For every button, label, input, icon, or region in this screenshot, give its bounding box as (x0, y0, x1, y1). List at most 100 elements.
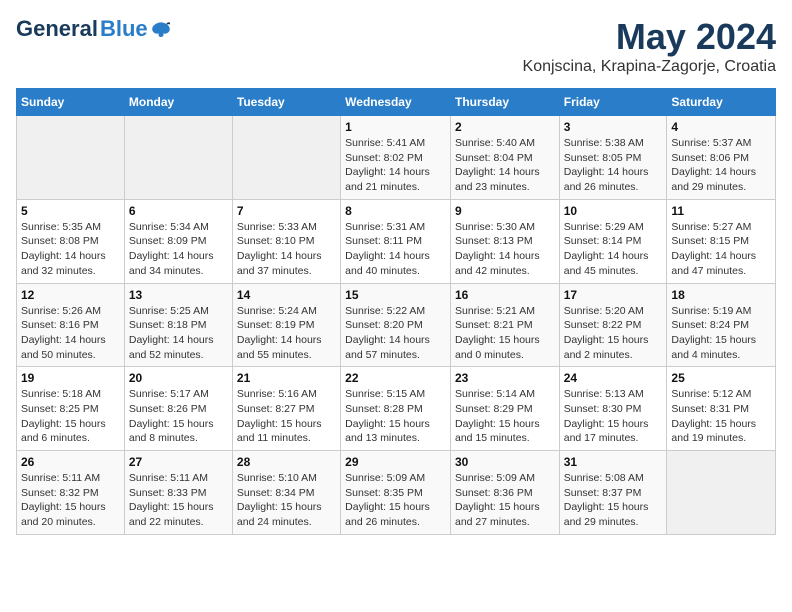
day-info: Sunrise: 5:09 AMSunset: 8:35 PMDaylight:… (345, 471, 446, 530)
day-number: 9 (455, 204, 555, 218)
day-info: Sunrise: 5:21 AMSunset: 8:21 PMDaylight:… (455, 304, 555, 363)
day-info: Sunrise: 5:35 AMSunset: 8:08 PMDaylight:… (21, 220, 120, 279)
calendar-cell (667, 451, 776, 535)
calendar-cell (232, 116, 340, 200)
calendar-week-5: 26Sunrise: 5:11 AMSunset: 8:32 PMDayligh… (17, 451, 776, 535)
day-number: 20 (129, 371, 228, 385)
calendar-table: SundayMondayTuesdayWednesdayThursdayFrid… (16, 88, 776, 535)
day-number: 24 (564, 371, 663, 385)
day-info: Sunrise: 5:37 AMSunset: 8:06 PMDaylight:… (671, 136, 771, 195)
day-info: Sunrise: 5:33 AMSunset: 8:10 PMDaylight:… (237, 220, 336, 279)
calendar-cell: 17 Sunrise: 5:20 AMSunset: 8:22 PMDayligh… (559, 283, 667, 367)
calendar-cell: 16 Sunrise: 5:21 AMSunset: 8:21 PMDayligh… (450, 283, 559, 367)
day-number: 17 (564, 288, 663, 302)
day-info: Sunrise: 5:40 AMSunset: 8:04 PMDaylight:… (455, 136, 555, 195)
day-info: Sunrise: 5:31 AMSunset: 8:11 PMDaylight:… (345, 220, 446, 279)
calendar-cell: 31 Sunrise: 5:08 AMSunset: 8:37 PMDayligh… (559, 451, 667, 535)
dow-header-sunday: Sunday (17, 89, 125, 116)
day-number: 28 (237, 455, 336, 469)
calendar-cell: 24Sunrise: 5:13 AMSunset: 8:30 PMDayligh… (559, 367, 667, 451)
calendar-cell: 15 Sunrise: 5:22 AMSunset: 8:20 PMDayligh… (341, 283, 451, 367)
day-info: Sunrise: 5:14 AMSunset: 8:29 PMDaylight:… (455, 387, 555, 446)
day-info: Sunrise: 5:29 AMSunset: 8:14 PMDaylight:… (564, 220, 663, 279)
day-number: 27 (129, 455, 228, 469)
calendar-cell: 4 Sunrise: 5:37 AMSunset: 8:06 PMDaylight… (667, 116, 776, 200)
calendar-cell: 10 Sunrise: 5:29 AMSunset: 8:14 PMDayligh… (559, 199, 667, 283)
day-info: Sunrise: 5:27 AMSunset: 8:15 PMDaylight:… (671, 220, 771, 279)
day-number: 23 (455, 371, 555, 385)
day-number: 5 (21, 204, 120, 218)
day-number: 2 (455, 120, 555, 134)
day-number: 30 (455, 455, 555, 469)
calendar-cell: 11 Sunrise: 5:27 AMSunset: 8:15 PMDayligh… (667, 199, 776, 283)
dow-header-monday: Monday (124, 89, 232, 116)
calendar-cell: 20 Sunrise: 5:17 AMSunset: 8:26 PMDayligh… (124, 367, 232, 451)
page-header: General Blue May 2024 Konjscina, Krapina… (16, 16, 776, 76)
calendar-cell: 23 Sunrise: 5:14 AMSunset: 8:29 PMDayligh… (450, 367, 559, 451)
calendar-cell: 14Sunrise: 5:24 AMSunset: 8:19 PMDayligh… (232, 283, 340, 367)
calendar-cell (17, 116, 125, 200)
day-info: Sunrise: 5:17 AMSunset: 8:26 PMDaylight:… (129, 387, 228, 446)
calendar-cell: 12 Sunrise: 5:26 AMSunset: 8:16 PMDayligh… (17, 283, 125, 367)
day-info: Sunrise: 5:34 AMSunset: 8:09 PMDaylight:… (129, 220, 228, 279)
day-info: Sunrise: 5:15 AMSunset: 8:28 PMDaylight:… (345, 387, 446, 446)
day-number: 4 (671, 120, 771, 134)
day-info: Sunrise: 5:25 AMSunset: 8:18 PMDaylight:… (129, 304, 228, 363)
dow-header-wednesday: Wednesday (341, 89, 451, 116)
day-info: Sunrise: 5:26 AMSunset: 8:16 PMDaylight:… (21, 304, 120, 363)
location-subtitle: Konjscina, Krapina-Zagorje, Croatia (523, 58, 776, 76)
calendar-cell: 1Sunrise: 5:41 AMSunset: 8:02 PMDaylight… (341, 116, 451, 200)
calendar-week-1: 1Sunrise: 5:41 AMSunset: 8:02 PMDaylight… (17, 116, 776, 200)
day-number: 16 (455, 288, 555, 302)
day-info: Sunrise: 5:22 AMSunset: 8:20 PMDaylight:… (345, 304, 446, 363)
day-info: Sunrise: 5:20 AMSunset: 8:22 PMDaylight:… (564, 304, 663, 363)
calendar-cell: 28 Sunrise: 5:10 AMSunset: 8:34 PMDayligh… (232, 451, 340, 535)
day-number: 10 (564, 204, 663, 218)
day-number: 22 (345, 371, 446, 385)
calendar-cell: 27 Sunrise: 5:11 AMSunset: 8:33 PMDayligh… (124, 451, 232, 535)
day-number: 25 (671, 371, 771, 385)
day-info: Sunrise: 5:08 AMSunset: 8:37 PMDaylight:… (564, 471, 663, 530)
day-number: 3 (564, 120, 663, 134)
day-info: Sunrise: 5:19 AMSunset: 8:24 PMDaylight:… (671, 304, 771, 363)
dow-header-friday: Friday (559, 89, 667, 116)
dow-header-thursday: Thursday (450, 89, 559, 116)
calendar-cell: 5 Sunrise: 5:35 AMSunset: 8:08 PMDaylight… (17, 199, 125, 283)
day-info: Sunrise: 5:24 AMSunset: 8:19 PMDaylight:… (237, 304, 336, 363)
calendar-header: SundayMondayTuesdayWednesdayThursdayFrid… (17, 89, 776, 116)
day-info: Sunrise: 5:09 AMSunset: 8:36 PMDaylight:… (455, 471, 555, 530)
day-info: Sunrise: 5:30 AMSunset: 8:13 PMDaylight:… (455, 220, 555, 279)
day-number: 31 (564, 455, 663, 469)
logo-bird-icon (150, 18, 172, 40)
day-info: Sunrise: 5:18 AMSunset: 8:25 PMDaylight:… (21, 387, 120, 446)
calendar-cell: 13 Sunrise: 5:25 AMSunset: 8:18 PMDayligh… (124, 283, 232, 367)
day-number: 13 (129, 288, 228, 302)
logo-general: General (16, 16, 98, 42)
dow-header-saturday: Saturday (667, 89, 776, 116)
day-number: 21 (237, 371, 336, 385)
calendar-cell: 3 Sunrise: 5:38 AMSunset: 8:05 PMDaylight… (559, 116, 667, 200)
calendar-cell (124, 116, 232, 200)
calendar-cell: 6 Sunrise: 5:34 AMSunset: 8:09 PMDaylight… (124, 199, 232, 283)
day-info: Sunrise: 5:12 AMSunset: 8:31 PMDaylight:… (671, 387, 771, 446)
day-number: 29 (345, 455, 446, 469)
day-number: 11 (671, 204, 771, 218)
calendar-cell: 30 Sunrise: 5:09 AMSunset: 8:36 PMDayligh… (450, 451, 559, 535)
day-number: 6 (129, 204, 228, 218)
day-number: 7 (237, 204, 336, 218)
calendar-cell: 22 Sunrise: 5:15 AMSunset: 8:28 PMDayligh… (341, 367, 451, 451)
calendar-week-4: 19Sunrise: 5:18 AMSunset: 8:25 PMDayligh… (17, 367, 776, 451)
day-info: Sunrise: 5:10 AMSunset: 8:34 PMDaylight:… (237, 471, 336, 530)
day-number: 12 (21, 288, 120, 302)
day-info: Sunrise: 5:38 AMSunset: 8:05 PMDaylight:… (564, 136, 663, 195)
day-number: 15 (345, 288, 446, 302)
day-info: Sunrise: 5:41 AMSunset: 8:02 PMDaylight:… (345, 136, 446, 195)
calendar-week-2: 5 Sunrise: 5:35 AMSunset: 8:08 PMDaylight… (17, 199, 776, 283)
calendar-cell: 7 Sunrise: 5:33 AMSunset: 8:10 PMDaylight… (232, 199, 340, 283)
calendar-cell: 8Sunrise: 5:31 AMSunset: 8:11 PMDaylight… (341, 199, 451, 283)
day-number: 26 (21, 455, 120, 469)
calendar-cell: 18 Sunrise: 5:19 AMSunset: 8:24 PMDayligh… (667, 283, 776, 367)
day-info: Sunrise: 5:11 AMSunset: 8:33 PMDaylight:… (129, 471, 228, 530)
calendar-cell: 21Sunrise: 5:16 AMSunset: 8:27 PMDayligh… (232, 367, 340, 451)
day-number: 18 (671, 288, 771, 302)
